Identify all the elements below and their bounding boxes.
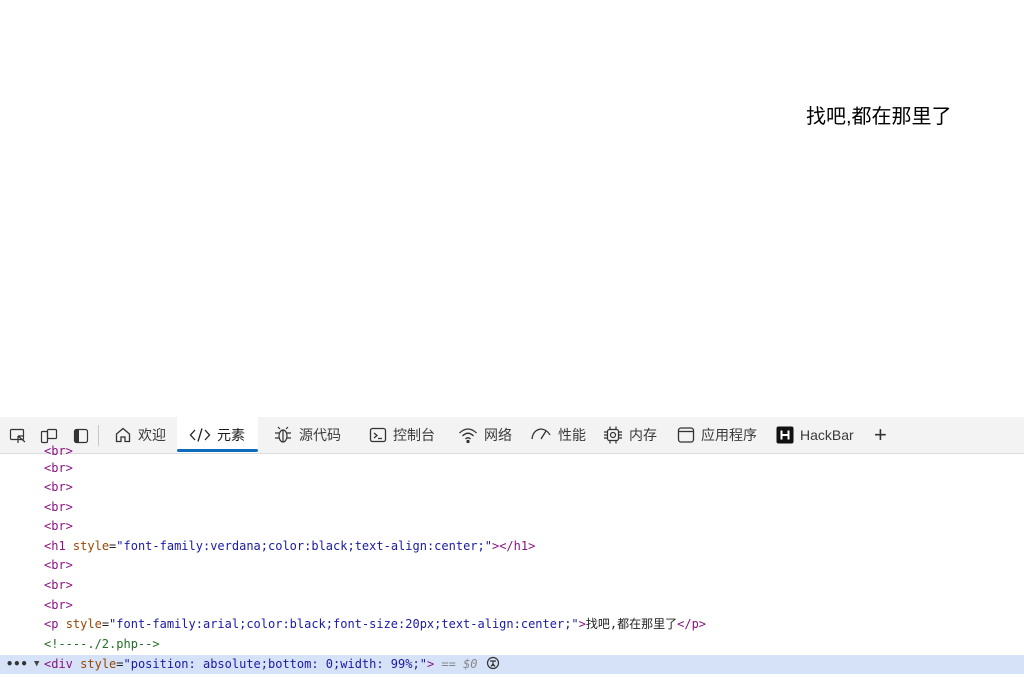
dom-node-div-selected[interactable]: ••• ▼ <div style="position: absolute;bot… — [0, 655, 1024, 674]
collapse-arrow-icon[interactable]: ▼ — [34, 655, 39, 674]
dom-node-br[interactable]: <br> — [0, 478, 1024, 497]
page-paragraph: 找吧,都在那里了 — [806, 106, 952, 128]
dom-node-br[interactable]: <br> — [0, 498, 1024, 517]
dom-node-h1[interactable]: <h1 style="font-family:verdana;color:bla… — [0, 537, 1024, 556]
dom-node-comment[interactable]: <!----./2.php--> — [0, 635, 1024, 654]
tab-label: HackBar — [800, 427, 854, 443]
dom-node-br[interactable]: <br> — [0, 517, 1024, 536]
dom-node-br[interactable]: <br> — [0, 596, 1024, 615]
selected-node-marker: == $0 — [441, 657, 478, 671]
dom-node-br[interactable]: <br> — [0, 459, 1024, 478]
dom-node-p[interactable]: <p style="font-family:arial;color:black;… — [0, 615, 1024, 634]
dom-node-br[interactable]: <br> — [0, 556, 1024, 575]
elements-dom-tree: <br> <br> <br> <br> <br> <h1 style="font… — [0, 444, 1024, 677]
accessibility-badge-icon[interactable] — [485, 656, 501, 670]
more-actions-icon[interactable]: ••• — [6, 655, 28, 674]
page-viewport: 找吧,都在那里了 — [0, 0, 1024, 417]
dom-node-br[interactable]: <br> — [0, 576, 1024, 595]
